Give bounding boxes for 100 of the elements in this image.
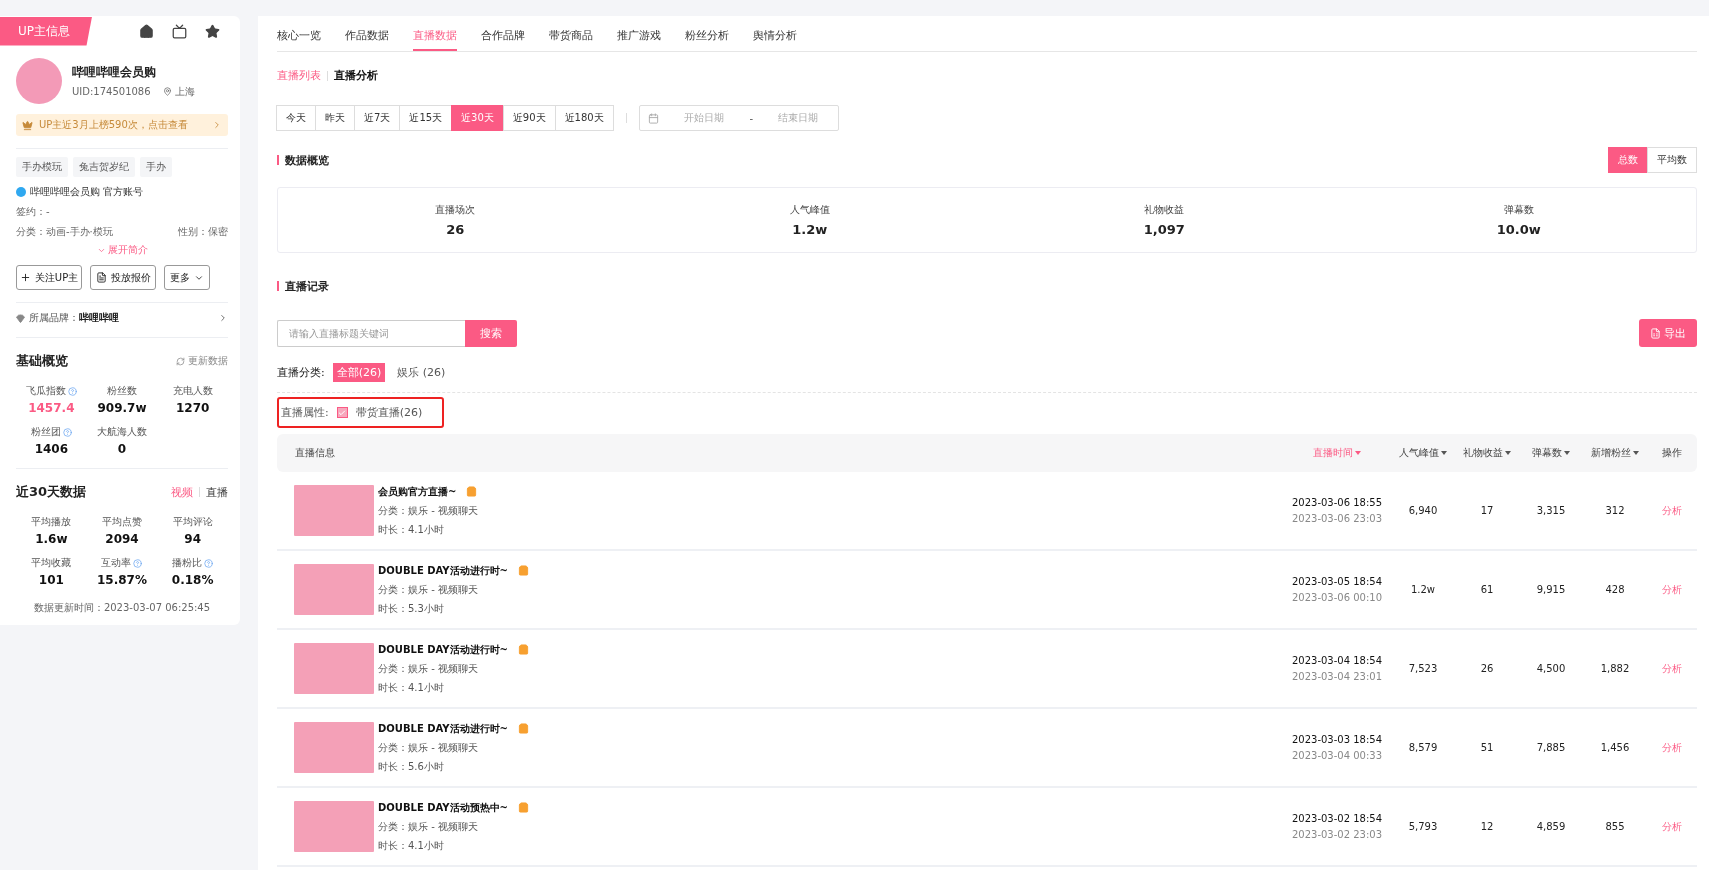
table-cell-text: 855 (1604, 821, 1626, 832)
section-title: 近30天数据 (16, 483, 87, 501)
help-icon (133, 558, 143, 568)
sub-tab[interactable]: 直播分析 (334, 68, 378, 83)
stat-label: 互动率 (101, 556, 132, 570)
table-cell-text: 26 (1479, 663, 1495, 674)
stream-category: 分类：娱乐 - 视频聊天 (378, 819, 479, 834)
column-header: 操作 (1661, 446, 1683, 460)
stat-label: 大航海人数 (97, 425, 147, 439)
verified-icon (16, 187, 26, 197)
stat-label: 平均评论 (172, 515, 213, 529)
tab[interactable]: 粉丝分析 (685, 28, 729, 51)
table-cell-text: 312 (1604, 505, 1626, 516)
start-time: 2023-03-04 18:54 (1291, 655, 1383, 666)
section-title: 直播记录 (285, 278, 329, 294)
table-cell-text: 9,915 (1535, 584, 1567, 595)
stat-label: 平均点赞 (102, 515, 142, 529)
home-icon[interactable] (139, 23, 154, 39)
start-time: 2023-03-02 18:54 (1291, 813, 1383, 824)
date-range-button[interactable]: 近7天 (354, 105, 401, 131)
column-header[interactable]: 人气峰值 (1391, 446, 1455, 460)
tab[interactable]: 舆情分析 (753, 28, 797, 51)
sort-caret-icon (1633, 451, 1639, 455)
tab[interactable]: 推广游戏 (617, 28, 661, 51)
table-cell-text: 5,793 (1407, 821, 1439, 832)
update-time: 数据更新时间：2023-03-07 06:25:45 (32, 601, 212, 615)
table-cell-text: 1,882 (1599, 663, 1631, 674)
table-cell-text: 6,940 (1407, 505, 1439, 516)
document-icon (95, 272, 107, 283)
location-icon (162, 87, 172, 96)
table-cell-text: 4,500 (1535, 663, 1567, 674)
stat-value: 1457.4 (27, 401, 76, 415)
tab[interactable]: 合作品牌 (481, 28, 525, 51)
table-cell-text: 61 (1479, 584, 1495, 595)
section-title: 基础概览 (16, 352, 68, 370)
tag: 兔吉贺岁纪 (73, 157, 135, 177)
spreadsheet-icon (1650, 327, 1661, 339)
column-header[interactable]: 礼物收益 (1455, 446, 1519, 460)
stream-title: DOUBLE DAY活动进行时~ (378, 563, 508, 578)
filter-label: 直播属性: (281, 405, 329, 420)
table-cell-text: 4,859 (1535, 821, 1567, 832)
checkbox[interactable] (336, 407, 348, 418)
stat-label: 弹幕数 (1502, 203, 1535, 217)
stat-label: 直播场次 (434, 203, 477, 217)
stat-label: 人气峰值 (788, 203, 831, 217)
start-time: 2023-03-06 18:55 (1291, 497, 1383, 508)
action-button[interactable]: 投放报价 (90, 265, 156, 290)
stream-title: DOUBLE DAY活动进行时~ (378, 721, 508, 736)
date-range-button[interactable]: 今天 (276, 105, 316, 131)
date-range-button[interactable]: 近15天 (399, 105, 453, 131)
tv-icon[interactable] (172, 23, 187, 39)
action-button[interactable]: 更多 (164, 265, 210, 290)
action-button[interactable]: 关注UP主 (16, 265, 82, 290)
stream-category: 分类：娱乐 - 视频聊天 (378, 582, 479, 597)
end-time: 2023-03-04 23:01 (1291, 671, 1383, 682)
column-header[interactable]: 弹幕数 (1519, 446, 1583, 460)
stat-label: 播粉比 (172, 556, 203, 570)
stat-label: 充电人数 (172, 384, 213, 398)
help-icon (62, 427, 72, 437)
stat-label: 平均播放 (31, 515, 72, 529)
end-time: 2023-03-06 00:10 (1291, 592, 1383, 603)
calendar-icon (647, 112, 659, 124)
column-header[interactable]: 新增粉丝 (1583, 446, 1647, 460)
search-field[interactable]: 请输入直播标题关键词 (277, 319, 465, 347)
date-range-button[interactable]: 近90天 (502, 105, 556, 131)
refresh-button[interactable]: 更新数据 (176, 354, 228, 368)
sort-caret-icon (1505, 451, 1511, 455)
tab[interactable]: 作品数据 (345, 28, 389, 51)
stat-value: 10.0w (1495, 222, 1542, 237)
stat-value: 1270 (174, 401, 211, 415)
stat-label: 粉丝数 (107, 384, 137, 398)
stream-duration: 时长：5.6小时 (378, 759, 445, 774)
category-option[interactable]: 娱乐 (26) (393, 363, 450, 382)
table-cell-text: 17 (1479, 505, 1495, 516)
plus-icon (19, 272, 31, 283)
stat-value: 1,097 (1142, 222, 1186, 237)
stat-value: 94 (183, 532, 202, 546)
toggle-tab[interactable]: 直播 (206, 484, 228, 500)
mode-button[interactable]: 平均数 (1647, 147, 1697, 173)
location-text: 上海 (174, 84, 195, 99)
date-range-field[interactable]: 开始日期 - 结束日期 (638, 105, 839, 131)
end-time: 2023-03-04 00:33 (1291, 750, 1383, 761)
date-range-button[interactable]: 近180天 (554, 105, 614, 131)
end-time: 2023-03-06 23:03 (1291, 513, 1383, 524)
filter-label: 直播分类: (277, 365, 325, 380)
star-icon[interactable] (205, 23, 220, 39)
stream-duration: 时长：4.1小时 (378, 838, 445, 853)
brand-text: 所属品牌：哔哩哔哩 (29, 311, 120, 325)
start-time: 2023-03-05 18:54 (1291, 576, 1383, 587)
stat-value: 1.6w (34, 532, 69, 546)
stat-value: 2094 (104, 532, 140, 546)
stat-label: 平均收藏 (31, 556, 72, 570)
stat-value: 26 (445, 222, 466, 237)
stat-label: 飞瓜指数 (25, 384, 66, 398)
tab[interactable]: 带货商品 (549, 28, 593, 51)
date-range-button[interactable]: 昨天 (315, 105, 355, 131)
tab[interactable]: 核心一览 (277, 28, 321, 51)
stat-label: 粉丝团 (30, 425, 61, 439)
table-cell-text: 8,579 (1407, 742, 1439, 753)
table-cell-text: 428 (1604, 584, 1626, 595)
